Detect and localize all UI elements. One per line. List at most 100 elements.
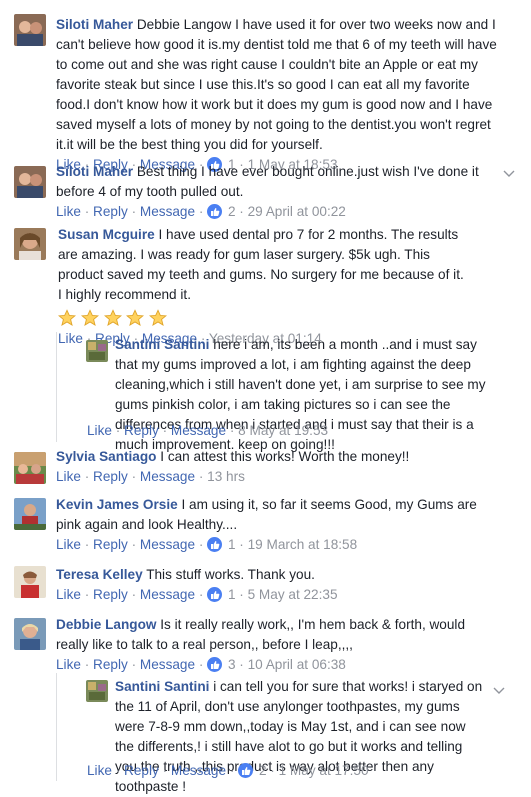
comment-text: Debbie Langow I have used it for over tw… <box>56 17 497 152</box>
like-count[interactable]: 3 <box>228 657 236 672</box>
message-link[interactable]: Message <box>140 587 195 602</box>
separator: · <box>84 657 90 672</box>
separator: · <box>131 587 137 602</box>
comment-text: This stuff works. Thank you. <box>146 567 315 582</box>
reply-thread-line <box>56 332 57 442</box>
comment-actions: Like · Reply · Message · 3 · 10 April at… <box>56 655 501 675</box>
comment-actions: Like · Reply · Message · 13 hrs <box>56 467 496 487</box>
reply-link[interactable]: Reply <box>124 763 159 778</box>
comment-body: Susan Mcguire I have used dental pro 7 f… <box>57 225 476 349</box>
timestamp[interactable]: 29 April at 00:22 <box>248 204 346 219</box>
like-link[interactable]: Like <box>56 469 81 484</box>
separator: · <box>198 204 204 219</box>
comment-text: I can attest this works! Worth the money… <box>160 449 410 464</box>
avatar[interactable] <box>86 680 108 702</box>
comment-body: Debbie Langow Is it really really work,,… <box>56 615 501 675</box>
avatar[interactable] <box>14 498 46 530</box>
comment-body: Teresa Kelley This stuff works. Thank yo… <box>56 565 496 605</box>
separator: · <box>162 763 168 778</box>
separator: · <box>131 204 137 219</box>
separator: · <box>115 423 121 438</box>
reply-link[interactable]: Reply <box>93 587 128 602</box>
like-link[interactable]: Like <box>58 331 83 346</box>
thumbs-up-icon <box>238 763 254 778</box>
message-link[interactable]: Message <box>171 423 226 438</box>
separator: · <box>270 763 275 778</box>
author-name[interactable]: Santini Santini <box>115 679 209 694</box>
message-link[interactable]: Message <box>140 204 195 219</box>
author-name[interactable]: Siloti Maher <box>56 17 133 32</box>
author-name[interactable]: Siloti Maher <box>56 164 133 179</box>
reply-thread-line <box>56 673 57 781</box>
timestamp[interactable]: 10 April at 06:38 <box>248 657 346 672</box>
message-link[interactable]: Message <box>140 469 195 484</box>
like-link[interactable]: Like <box>87 423 112 438</box>
separator: · <box>198 469 204 484</box>
separator: · <box>84 204 90 219</box>
avatar[interactable] <box>14 14 46 46</box>
separator: · <box>239 204 244 219</box>
like-count[interactable]: 1 <box>228 537 236 552</box>
author-name[interactable]: Kevin James Orsie <box>56 497 178 512</box>
separator: · <box>239 587 244 602</box>
reply-link[interactable]: Reply <box>93 657 128 672</box>
timestamp[interactable]: 19 March at 18:58 <box>248 537 358 552</box>
like-count[interactable]: 1 <box>228 587 236 602</box>
avatar[interactable] <box>14 452 46 484</box>
timestamp[interactable]: 1 May at 17:50 <box>279 763 369 778</box>
separator: · <box>84 587 90 602</box>
author-name[interactable]: Santini Santini <box>115 337 209 352</box>
like-link[interactable]: Like <box>56 657 81 672</box>
like-link[interactable]: Like <box>87 763 112 778</box>
like-link[interactable]: Like <box>56 587 81 602</box>
avatar[interactable] <box>14 228 46 260</box>
reply-link[interactable]: Reply <box>93 537 128 552</box>
comment-actions: Like · Reply · Message · 8 May at 19:53 <box>87 421 328 441</box>
comment-body: Sylvia Santiago I can attest this works!… <box>56 447 496 487</box>
reply-link[interactable]: Reply <box>93 469 128 484</box>
separator: · <box>239 537 244 552</box>
separator: · <box>131 657 137 672</box>
chevron-down-icon[interactable] <box>503 166 515 177</box>
reply-link[interactable]: Reply <box>124 423 159 438</box>
message-link[interactable]: Message <box>140 537 195 552</box>
separator: · <box>84 537 90 552</box>
reply-link[interactable]: Reply <box>93 204 128 219</box>
like-link[interactable]: Like <box>56 537 81 552</box>
separator: · <box>162 423 168 438</box>
author-name[interactable]: Sylvia Santiago <box>56 449 156 464</box>
timestamp[interactable]: 8 May at 19:53 <box>238 423 328 438</box>
thumbs-up-icon <box>207 657 223 672</box>
separator: · <box>229 423 235 438</box>
message-link[interactable]: Message <box>140 657 195 672</box>
separator: · <box>131 469 137 484</box>
separator: · <box>131 537 137 552</box>
star-rating <box>57 309 476 329</box>
message-link[interactable]: Message <box>171 763 226 778</box>
thumbs-up-icon <box>207 537 223 552</box>
timestamp[interactable]: 13 hrs <box>207 469 245 484</box>
separator: · <box>198 587 204 602</box>
timestamp[interactable]: 5 May at 22:35 <box>248 587 338 602</box>
author-name[interactable]: Debbie Langow <box>56 617 156 632</box>
like-count[interactable]: 2 <box>228 204 236 219</box>
comment-actions: Like · Reply · Message · 1 · 19 March at… <box>56 535 496 555</box>
like-count[interactable]: 2 <box>259 763 267 778</box>
like-link[interactable]: Like <box>56 204 81 219</box>
separator: · <box>198 537 204 552</box>
chevron-down-icon[interactable] <box>493 683 505 694</box>
separator: · <box>115 763 121 778</box>
avatar[interactable] <box>14 566 46 598</box>
comment-body: Siloti Maher Best thing I have ever boug… <box>56 162 496 222</box>
avatar[interactable] <box>14 166 46 198</box>
comment-body: Siloti Maher Debbie Langow I have used i… <box>56 15 506 175</box>
comment-text-line: I highly recommend it. <box>58 287 191 302</box>
author-name[interactable]: Teresa Kelley <box>56 567 143 582</box>
avatar[interactable] <box>14 618 46 650</box>
author-name[interactable]: Susan Mcguire <box>58 227 155 242</box>
avatar[interactable] <box>86 340 108 362</box>
comment-body: Kevin James Orsie I am using it, so far … <box>56 495 496 555</box>
comment-actions: Like · Reply · Message · 1 · 5 May at 22… <box>56 585 496 605</box>
thumbs-up-icon <box>207 204 223 219</box>
separator: · <box>198 657 204 672</box>
